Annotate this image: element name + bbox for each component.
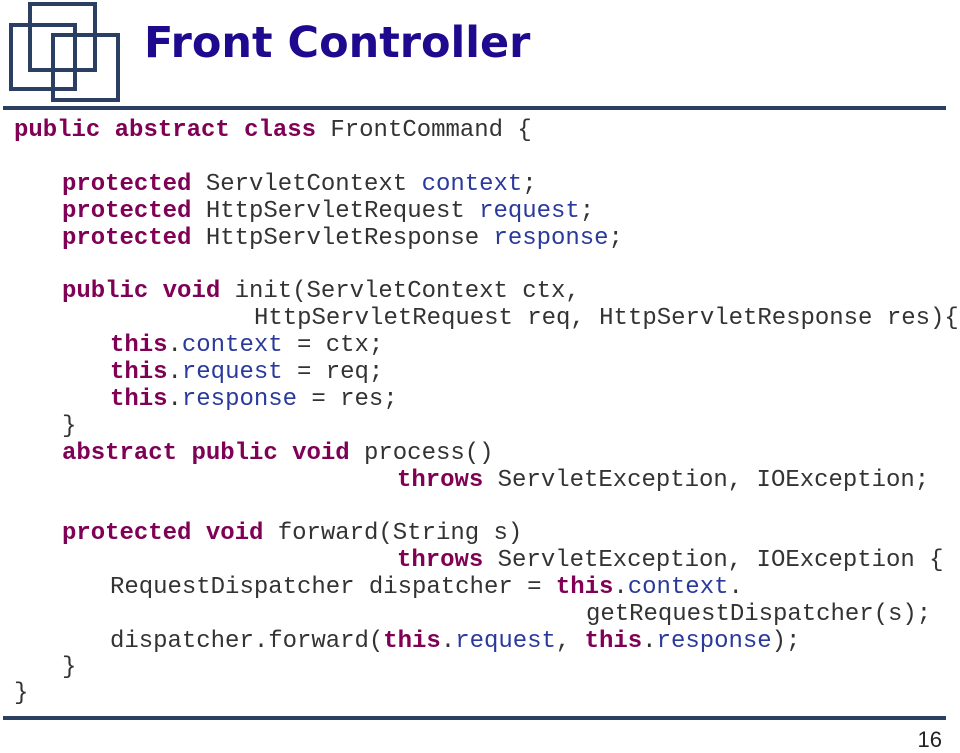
code-keyword: protected xyxy=(62,198,192,225)
code-field: response xyxy=(656,628,772,655)
code-text: HttpServletResponse xyxy=(191,225,494,252)
code-line: } xyxy=(14,680,28,707)
code-text: init(ServletContext ctx, xyxy=(220,278,580,305)
code-keyword: public abstract class xyxy=(14,117,317,144)
code-text: ; xyxy=(522,171,537,198)
code-line: protected ServletContext context; xyxy=(62,171,537,198)
code-field: context xyxy=(627,574,729,601)
code-text: getRequestDispatcher(s); xyxy=(586,601,932,628)
code-line: public void init(ServletContext ctx, xyxy=(62,278,580,305)
code-line: this.request = req; xyxy=(110,359,383,386)
code-text: , xyxy=(555,628,585,655)
code-keyword: this xyxy=(110,332,168,359)
code-keyword: this xyxy=(110,386,168,413)
code-field: request xyxy=(455,628,556,655)
code-text: } xyxy=(14,680,29,707)
page-number: 16 xyxy=(917,727,942,752)
code-line: this.context = ctx; xyxy=(110,332,383,359)
footer-divider xyxy=(3,716,946,720)
code-text: . xyxy=(167,359,182,386)
code-keyword: throws xyxy=(397,547,484,574)
code-text: = ctx; xyxy=(282,332,384,359)
code-text: . xyxy=(167,386,182,413)
code-line: throws ServletException, IOException; xyxy=(397,467,929,494)
code-text: . xyxy=(728,574,743,601)
code-keyword: abstract public void xyxy=(62,440,350,467)
code-keyword: protected xyxy=(62,225,192,252)
code-text: = res; xyxy=(296,386,398,413)
code-text: . xyxy=(440,628,456,655)
code-text: RequestDispatcher dispatcher = xyxy=(110,574,556,601)
code-text: . xyxy=(613,574,628,601)
code-text: dispatcher.forward( xyxy=(110,628,384,655)
code-text: process() xyxy=(349,440,494,467)
code-keyword: protected xyxy=(62,171,192,198)
code-keyword: throws xyxy=(397,467,484,494)
code-field: request xyxy=(181,359,283,386)
code-text: ; xyxy=(579,198,595,225)
code-line: } xyxy=(62,654,76,681)
code-text: ; xyxy=(608,225,623,252)
code-block: public abstract class FrontCommand { prot… xyxy=(0,0,960,751)
code-text: = req; xyxy=(282,359,384,386)
code-field: context xyxy=(421,171,523,198)
code-text: HttpServletRequest xyxy=(191,198,480,225)
code-line: throws ServletException, IOException { xyxy=(397,547,944,574)
code-keyword: public void xyxy=(62,278,221,305)
code-keyword: this xyxy=(110,359,168,386)
code-text: . xyxy=(642,628,657,655)
code-line: abstract public void process() xyxy=(62,440,494,467)
code-line: } xyxy=(62,413,76,440)
code-line: getRequestDispatcher(s); xyxy=(586,601,931,628)
code-field: context xyxy=(181,332,283,359)
code-line: protected HttpServletResponse response; xyxy=(62,225,623,252)
code-line: protected HttpServletRequest request; xyxy=(62,198,594,225)
code-text: . xyxy=(167,332,182,359)
code-text: } xyxy=(62,654,77,681)
code-text: } xyxy=(62,413,77,440)
code-text: ); xyxy=(771,628,801,655)
code-keyword: this xyxy=(555,574,614,601)
code-line: HttpServletRequest req, HttpServletRespo… xyxy=(254,305,959,332)
code-keyword: protected void xyxy=(62,520,264,547)
code-line: public abstract class FrontCommand { xyxy=(14,117,532,144)
code-text: ServletContext xyxy=(191,171,422,198)
code-keyword: this xyxy=(383,628,441,655)
code-line: dispatcher.forward(this.request, this.re… xyxy=(110,628,800,655)
code-text: FrontCommand { xyxy=(316,117,532,144)
code-field: request xyxy=(479,198,580,225)
code-line: protected void forward(String s) xyxy=(62,520,522,547)
code-field: response xyxy=(493,225,609,252)
code-line: this.response = res; xyxy=(110,386,398,413)
code-text: HttpServletRequest req, HttpServletRespo… xyxy=(254,305,959,332)
code-text: forward(String s) xyxy=(263,520,523,547)
code-keyword: this xyxy=(584,628,643,655)
code-text: ServletException, IOException; xyxy=(483,467,930,494)
code-field: response xyxy=(181,386,297,413)
code-text: ServletException, IOException { xyxy=(483,547,944,574)
code-line: RequestDispatcher dispatcher = this.cont… xyxy=(110,574,743,601)
